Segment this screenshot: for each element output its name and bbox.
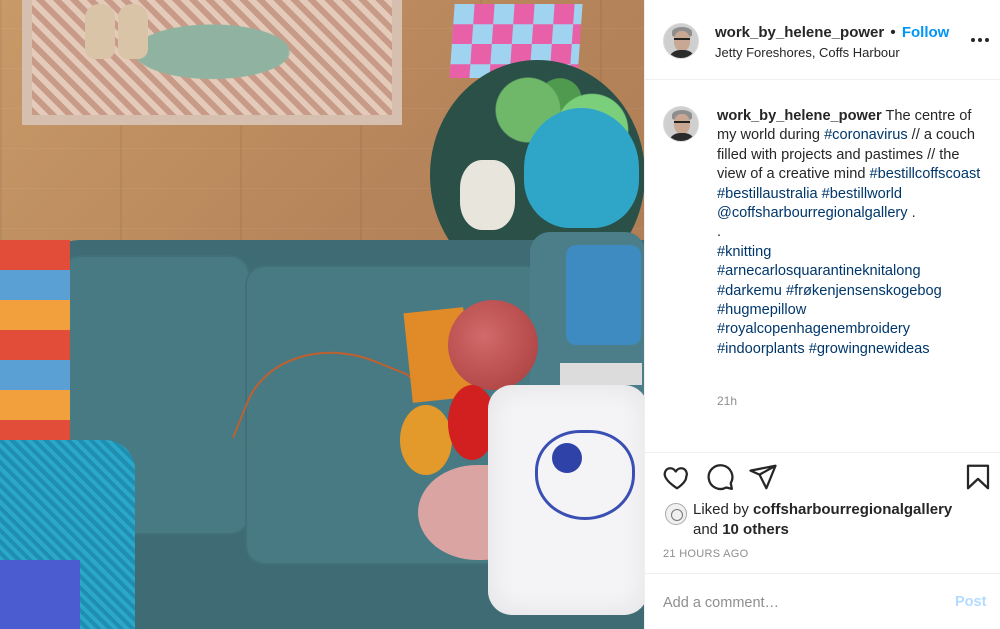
hashtag-link[interactable]: #coronavirus	[824, 127, 908, 143]
caption-text: .	[907, 205, 916, 222]
comment-icon[interactable]	[705, 462, 735, 492]
knitted-blanket-edge	[0, 560, 80, 629]
rug	[22, 0, 402, 125]
post-header: work_by_helene_power • Follow Jetty Fore…	[645, 0, 1000, 80]
comment-input[interactable]	[663, 592, 933, 614]
craft-jar	[566, 245, 641, 345]
hashtag-link[interactable]: #knitting	[717, 244, 771, 260]
caption-avatar[interactable]	[663, 106, 699, 142]
divider	[645, 452, 1000, 453]
location-link[interactable]: Jetty Foreshores, Coffs Harbour	[715, 45, 900, 60]
bookmark-icon[interactable]	[963, 462, 993, 492]
likes-others-link[interactable]: 10 others	[722, 521, 789, 538]
plant-pot	[524, 108, 639, 228]
hashtag-link[interactable]: #royalcopenhagenembroidery	[717, 321, 910, 337]
more-options-icon[interactable]	[971, 30, 991, 50]
needle-tray	[560, 363, 642, 385]
hashtag-link[interactable]: #growingnewideas	[809, 341, 930, 357]
hashtag-link[interactable]: #hugmepillow	[717, 302, 806, 318]
pillow-embroidery	[535, 430, 635, 520]
post-photo[interactable]	[0, 0, 644, 629]
username-link[interactable]: work_by_helene_power	[715, 24, 884, 41]
action-bar	[645, 462, 1000, 496]
hashtag-link[interactable]: #arnecarlosquarantineknitalong	[717, 263, 921, 279]
hashtag-link[interactable]: #indoorplants	[717, 341, 805, 357]
comment-form: Post	[645, 573, 1000, 629]
slipper	[85, 4, 115, 59]
caption-dot: .	[717, 224, 722, 241]
liker-username[interactable]: coffsharbourregionalgallery	[753, 501, 952, 518]
patchwork-blanket	[0, 240, 70, 450]
likes-and: and	[693, 521, 723, 538]
heart-icon[interactable]	[662, 462, 692, 492]
pink-yarn-balls	[448, 300, 538, 390]
liker-avatar[interactable]	[665, 503, 687, 525]
hashtag-link[interactable]: #bestillworld	[822, 186, 902, 202]
caption-username[interactable]: work_by_helene_power	[717, 108, 882, 124]
post-sidebar: work_by_helene_power • Follow Jetty Fore…	[644, 0, 1000, 629]
follow-button[interactable]: Follow	[902, 24, 950, 41]
post-caption: work_by_helene_power The centre of my wo…	[717, 107, 985, 359]
hashtag-link[interactable]: #bestillcoffscoast	[870, 166, 981, 182]
header-username-line: work_by_helene_power • Follow	[715, 24, 949, 41]
hashtag-link[interactable]: #frøkenjensenskogebog	[786, 283, 942, 299]
share-icon[interactable]	[748, 462, 778, 492]
separator-dot: •	[890, 24, 896, 41]
hashtag-link[interactable]: #bestillaustralia	[717, 186, 818, 202]
orange-yarn-ball	[400, 405, 452, 475]
mention-link[interactable]: @coffsharbourregionalgallery	[717, 205, 908, 221]
small-plant-pot	[460, 160, 515, 230]
post-age[interactable]: 21 HOURS AGO	[663, 548, 749, 560]
post-comment-button[interactable]: Post	[955, 594, 986, 610]
slipper	[118, 4, 148, 59]
caption-timestamp[interactable]: 21h	[717, 394, 737, 408]
hashtag-link[interactable]: #darkemu	[717, 283, 782, 299]
likes-text: Liked by coffsharbourregionalgallery and…	[693, 500, 993, 540]
avatar[interactable]	[663, 23, 699, 59]
likes-prefix: Liked by	[693, 501, 754, 518]
